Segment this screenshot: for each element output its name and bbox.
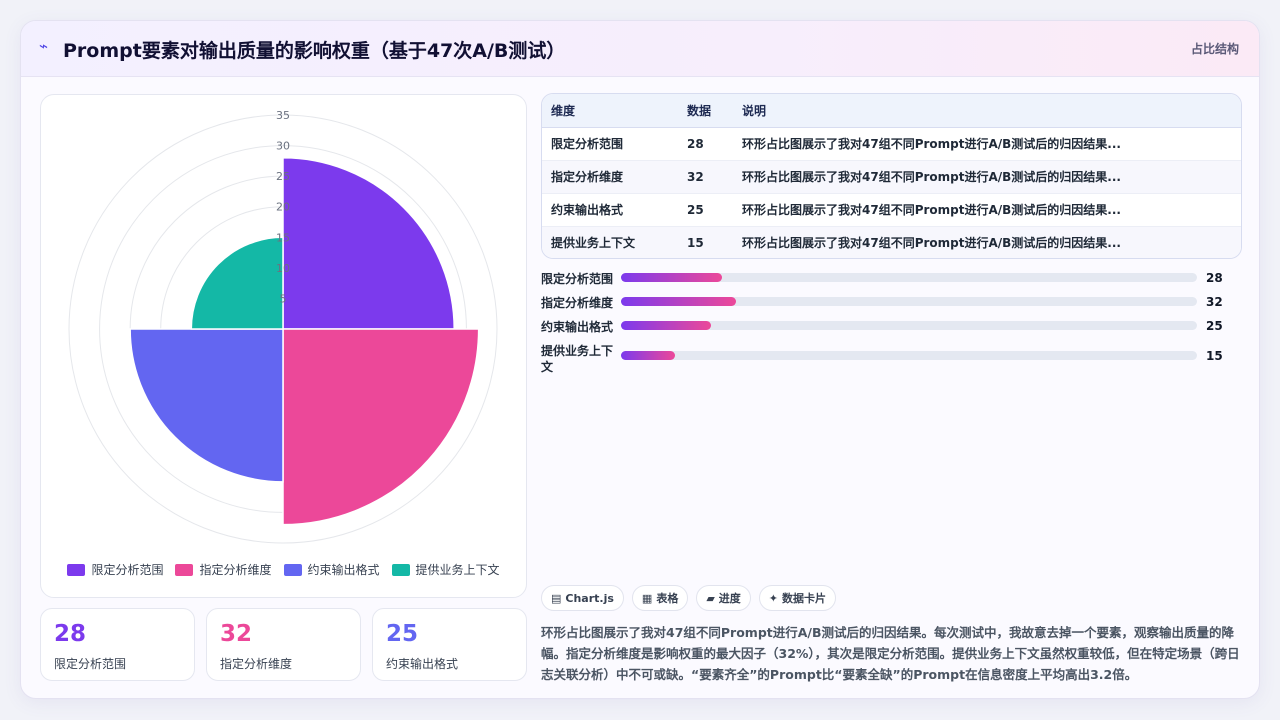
stat-value: 25	[386, 621, 419, 647]
stat-card: 32 指定分析维度	[206, 608, 361, 681]
progress-fill	[621, 351, 676, 360]
progress-row: 限定分析范围 28	[541, 271, 1223, 291]
progress-value: 15	[1206, 349, 1223, 363]
table-row: 指定分析维度 32 环形占比图展示了我对47组不同Prompt进行A/B测试后的…	[542, 160, 1241, 194]
progress-fill	[621, 273, 722, 282]
progress-track	[621, 297, 1197, 306]
table-cell: 32	[678, 160, 733, 194]
table-row: 限定分析范围 28 环形占比图展示了我对47组不同Prompt进行A/B测试后的…	[542, 127, 1241, 161]
r-tick-label: 30	[276, 140, 290, 153]
table-cell: 环形占比图展示了我对47组不同Prompt进行A/B测试后的归因结果...	[733, 127, 1241, 161]
legend-label: 指定分析维度	[199, 563, 272, 577]
progress-row: 约束输出格式 25	[541, 319, 1223, 339]
chart-type-tag: 占比结构	[1190, 42, 1239, 56]
button-label: 数据卡片	[782, 592, 827, 605]
stat-value: 28	[54, 621, 87, 647]
stat-card: 25 约束输出格式	[372, 608, 527, 681]
polar-area-chart: 5 10 15 20 25 30 35 限定分析范围 指定分析维度 约束输出格式 提供业务上…	[40, 94, 527, 598]
legend-swatch	[391, 563, 410, 576]
stat-card: 28 限定分析范围	[40, 608, 195, 681]
stat-label: 指定分析维度	[220, 657, 293, 671]
button-label: 表格	[656, 592, 679, 605]
legend-item[interactable]: 提供业务上下文	[391, 561, 500, 578]
data-table: 维度 数据 说明 限定分析范围 28 环形占比图展示了我对47组不同Prompt…	[541, 93, 1242, 259]
chartjs-button[interactable]: ▤ Chart.js	[541, 585, 624, 611]
stat-label: 限定分析范围	[54, 657, 127, 671]
progress-button[interactable]: ▰ 进度	[696, 585, 751, 611]
table-button[interactable]: ▦ 表格	[631, 585, 689, 611]
table-cell: 环形占比图展示了我对47组不同Prompt进行A/B测试后的归因结果...	[733, 226, 1241, 258]
legend-item[interactable]: 约束输出格式	[283, 561, 380, 578]
progress-label: 指定分析维度	[541, 296, 614, 310]
progress-icon: ▰	[706, 591, 715, 605]
view-toggle-group: ▤ Chart.js ▦ 表格 ▰ 进度 ✦ 数据卡片	[541, 585, 837, 611]
legend-item[interactable]: 限定分析范围	[67, 561, 163, 578]
progress-track	[621, 321, 1197, 330]
table-row: 提供业务上下文 15 环形占比图展示了我对47组不同Prompt进行A/B测试后…	[542, 226, 1241, 258]
legend-item[interactable]: 指定分析维度	[175, 561, 272, 578]
stat-value: 32	[220, 621, 253, 647]
progress-fill	[621, 321, 711, 330]
r-tick-label: 35	[276, 109, 290, 122]
progress-value: 28	[1206, 271, 1223, 285]
table-cell: 15	[678, 226, 733, 258]
legend-label: 约束输出格式	[307, 563, 380, 577]
chart-description: 环形占比图展示了我对47组不同Prompt进行A/B测试后的归因结果。每次测试中…	[541, 625, 1240, 682]
progress-row: 指定分析维度 32	[541, 295, 1223, 315]
table-cell: 限定分析范围	[542, 127, 678, 161]
progress-label: 提供业务上下文	[541, 344, 614, 374]
r-tick-label: 25	[276, 170, 290, 183]
stat-label: 约束输出格式	[386, 657, 459, 671]
progress-value: 32	[1206, 295, 1223, 309]
legend-label: 限定分析范围	[91, 563, 164, 577]
legend-swatch	[283, 563, 302, 576]
legend-label: 提供业务上下文	[415, 563, 500, 577]
progress-track	[621, 273, 1197, 282]
chart-legend: 限定分析范围 指定分析维度 约束输出格式 提供业务上下文	[41, 561, 526, 578]
table-row: 约束输出格式 25 环形占比图展示了我对47组不同Prompt进行A/B测试后的…	[542, 193, 1241, 227]
chart-icon: ▤	[551, 591, 562, 605]
polar-chart-svg: 5 10 15 20 25 30 35	[68, 109, 498, 544]
legend-swatch	[175, 563, 194, 576]
chart-icon: ⌁	[39, 37, 49, 55]
data-card-button[interactable]: ✦ 数据卡片	[758, 585, 837, 611]
column-header: 维度	[542, 94, 678, 128]
r-tick-label: 20	[276, 201, 290, 214]
progress-value: 25	[1206, 319, 1223, 333]
progress-fill	[621, 297, 737, 306]
table-cell: 约束输出格式	[542, 193, 678, 227]
column-header: 数据	[678, 94, 733, 128]
table-cell: 提供业务上下文	[542, 226, 678, 258]
header: ⌁ Prompt要素对输出质量的影响权重（基于47次A/B测试） 占比结构	[21, 21, 1259, 77]
table-icon: ▦	[641, 591, 653, 605]
progress-label: 限定分析范围	[541, 272, 614, 286]
table-cell: 环形占比图展示了我对47组不同Prompt进行A/B测试后的归因结果...	[733, 160, 1241, 194]
progress-label: 约束输出格式	[541, 320, 614, 334]
button-label: 进度	[718, 592, 741, 605]
progress-track	[621, 351, 1197, 360]
table-cell: 环形占比图展示了我对47组不同Prompt进行A/B测试后的归因结果...	[733, 193, 1241, 227]
polar-segment[interactable]	[282, 157, 455, 330]
legend-swatch	[67, 563, 86, 576]
progress-row: 提供业务上下文 15	[541, 343, 1223, 377]
table-cell: 25	[678, 193, 733, 227]
polar-segment[interactable]	[282, 328, 480, 526]
r-tick-label: 5	[280, 292, 287, 305]
button-label: Chart.js	[565, 591, 614, 605]
polar-segment[interactable]	[190, 236, 284, 330]
column-header: 说明	[733, 94, 1241, 128]
sparkle-icon: ✦	[768, 591, 779, 605]
dashboard-card: ⌁ Prompt要素对输出质量的影响权重（基于47次A/B测试） 占比结构 5 1…	[20, 20, 1260, 699]
r-tick-label: 15	[276, 231, 290, 244]
table-cell: 指定分析维度	[542, 160, 678, 194]
table-cell: 28	[678, 127, 733, 161]
table-header-row: 维度 数据 说明	[542, 94, 1241, 128]
r-tick-label: 10	[276, 262, 290, 275]
page-title: Prompt要素对输出质量的影响权重（基于47次A/B测试）	[63, 40, 566, 62]
